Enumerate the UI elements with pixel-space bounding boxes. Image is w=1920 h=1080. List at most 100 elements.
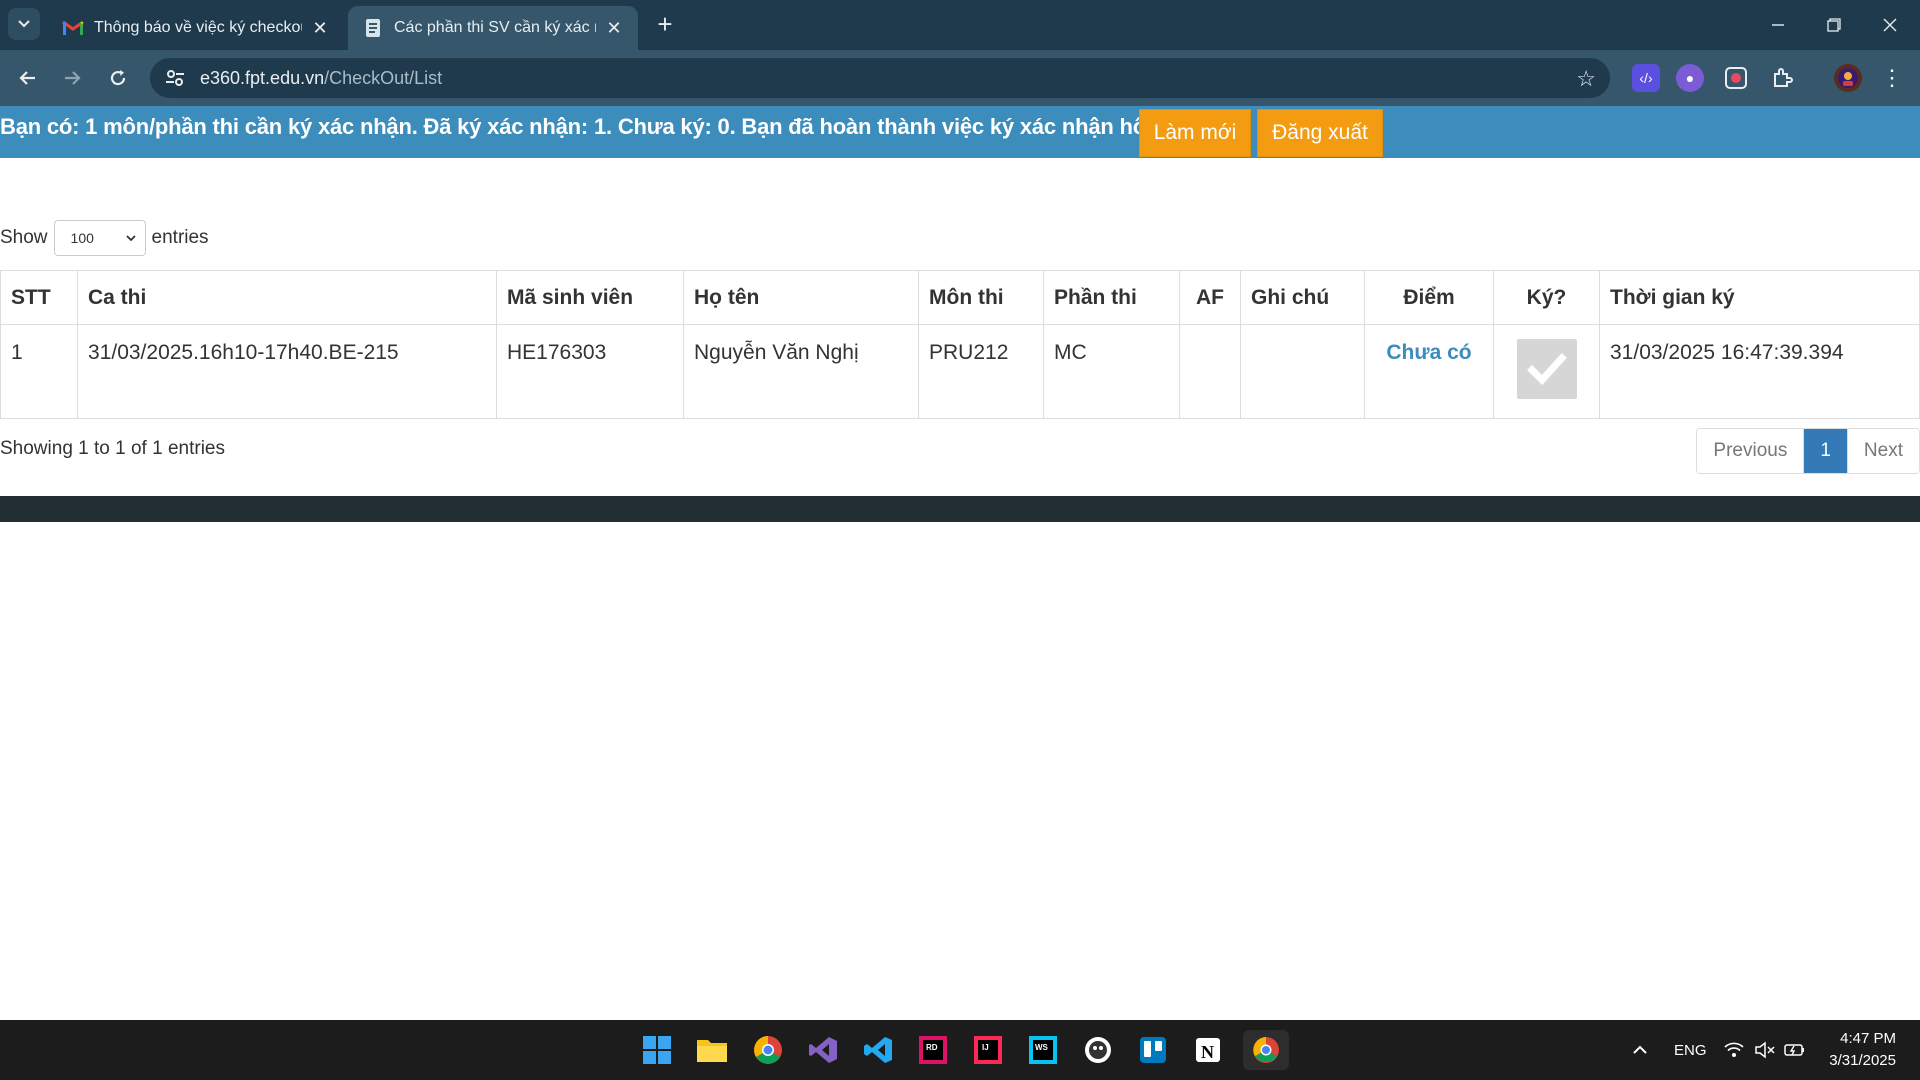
column-header-phan-thi[interactable]: Phần thi <box>1043 270 1180 325</box>
intellij-icon[interactable]: IJ <box>968 1030 1008 1070</box>
cell-stt: 1 <box>0 324 78 419</box>
svg-text:RD: RD <box>926 1043 938 1052</box>
entries-select-value: 100 <box>70 230 94 246</box>
tab-checkout-list[interactable]: Các phần thi SV cần ký xác nhận ✕ <box>348 6 638 50</box>
entries-label: entries <box>151 227 209 248</box>
svg-text:IJ: IJ <box>982 1043 989 1052</box>
browser-tab-bar: Thông báo về việc ký checkout ✕ Các phần… <box>0 0 1920 50</box>
clock-date: 3/31/2025 <box>1829 1052 1896 1069</box>
vscode-icon[interactable] <box>858 1030 898 1070</box>
menu-kebab-icon[interactable]: ⋮ <box>1878 64 1906 92</box>
site-settings-icon <box>166 70 184 86</box>
banner-message: Bạn có: 1 môn/phần thi cần ký xác nhận. … <box>0 114 1209 139</box>
volume-muted-icon[interactable] <box>1754 1020 1776 1080</box>
previous-page-button[interactable]: Previous <box>1697 429 1805 473</box>
chevron-up-icon <box>1633 1045 1647 1054</box>
chrome-profile-icon[interactable] <box>1243 1030 1289 1070</box>
gmail-icon <box>62 20 84 35</box>
url-text: e360.fpt.edu.vn/CheckOut/List <box>200 68 442 89</box>
windows-start-icon[interactable] <box>637 1030 677 1070</box>
status-banner: Bạn có: 1 môn/phần thi cần ký xác nhận. … <box>0 106 1920 158</box>
logout-button[interactable]: Đăng xuất <box>1257 109 1383 157</box>
file-explorer-icon[interactable] <box>692 1030 732 1070</box>
column-header-ca-thi[interactable]: Ca thi <box>77 270 497 325</box>
forward-button[interactable] <box>56 62 88 94</box>
checkmark-icon <box>1526 353 1567 386</box>
webstorm-icon[interactable]: WS <box>1023 1030 1063 1070</box>
score-link[interactable]: Chưa có <box>1386 341 1471 364</box>
notion-icon[interactable]: N <box>1188 1030 1228 1070</box>
chevron-down-icon <box>18 20 30 28</box>
pagination: Previous 1 Next <box>1696 428 1920 474</box>
arrow-left-icon <box>19 71 35 85</box>
page-1-button[interactable]: 1 <box>1804 429 1848 473</box>
next-page-button[interactable]: Next <box>1847 429 1919 473</box>
new-tab-button[interactable]: + <box>650 10 680 40</box>
length-menu: Show 100 entries <box>0 220 209 256</box>
cell-ho-ten: Nguyễn Văn Nghị <box>683 324 919 419</box>
svg-text:N: N <box>1201 1042 1214 1062</box>
chevron-down-icon <box>125 235 136 242</box>
arrow-right-icon <box>65 71 81 85</box>
extension-devtools-icon[interactable]: ‹/› <box>1632 64 1660 92</box>
column-header-ho-ten[interactable]: Họ tên <box>683 270 919 325</box>
column-header-diem[interactable]: Điểm <box>1364 270 1494 325</box>
trello-icon[interactable] <box>1133 1030 1173 1070</box>
cell-thoi-gian-ky: 31/03/2025 16:47:39.394 <box>1599 324 1920 419</box>
column-header-mon-thi[interactable]: Môn thi <box>918 270 1044 325</box>
cell-diem: Chưa có <box>1364 324 1494 419</box>
refresh-button[interactable]: Làm mới <box>1139 109 1251 157</box>
tab-gmail[interactable]: Thông báo về việc ký checkout ✕ <box>48 6 344 50</box>
restore-icon <box>1827 18 1841 32</box>
table-row: 1 31/03/2025.16h10-17h40.BE-215 HE176303… <box>0 324 1920 419</box>
bookmark-star-icon[interactable]: ☆ <box>1576 66 1596 92</box>
cell-ghi-chu <box>1240 324 1365 419</box>
close-window-button[interactable] <box>1862 0 1918 50</box>
address-bar[interactable]: e360.fpt.edu.vn/CheckOut/List ☆ <box>150 58 1610 98</box>
close-icon[interactable]: ✕ <box>310 18 330 39</box>
table-info: Showing 1 to 1 of 1 entries <box>0 438 225 459</box>
extension-ghost-icon[interactable]: ● <box>1676 64 1704 92</box>
minimize-button[interactable] <box>1750 0 1806 50</box>
extensions-puzzle-icon[interactable] <box>1768 64 1796 92</box>
cell-ky <box>1493 324 1600 419</box>
battery-icon[interactable] <box>1784 1020 1806 1080</box>
signed-checkbox[interactable] <box>1516 339 1577 399</box>
browser-toolbar: e360.fpt.edu.vn/CheckOut/List ☆ ‹/› ● ⋮ <box>0 50 1920 106</box>
table-header-row: STT Ca thi Mã sinh viên Họ tên Môn thi P… <box>0 270 1920 325</box>
column-header-thoi-gian-ky[interactable]: Thời gian ký <box>1599 270 1920 325</box>
cell-mon-thi: PRU212 <box>918 324 1044 419</box>
page-footer <box>0 496 1920 522</box>
restore-button[interactable] <box>1806 0 1862 50</box>
cell-ma-sinh-vien: HE176303 <box>496 324 684 419</box>
close-icon[interactable]: ✕ <box>604 18 624 39</box>
cell-ca-thi: 31/03/2025.16h10-17h40.BE-215 <box>77 324 497 419</box>
column-header-stt[interactable]: STT <box>0 270 78 325</box>
document-icon <box>366 19 380 37</box>
tab-title: Các phần thi SV cần ký xác nhận <box>394 19 596 36</box>
chrome-icon[interactable] <box>748 1030 788 1070</box>
reload-button[interactable] <box>102 62 134 94</box>
language-indicator[interactable]: ENG <box>1674 1020 1707 1080</box>
system-clock[interactable]: 4:47 PM 3/31/2025 <box>1829 1028 1896 1072</box>
profile-avatar[interactable] <box>1834 64 1862 92</box>
column-header-ky[interactable]: Ký? <box>1493 270 1600 325</box>
visual-studio-icon[interactable] <box>803 1030 843 1070</box>
entries-select[interactable]: 100 <box>53 220 146 256</box>
rider-icon[interactable]: RD <box>913 1030 953 1070</box>
show-hidden-icons-button[interactable] <box>1632 1020 1648 1080</box>
github-desktop-icon[interactable] <box>1078 1030 1118 1070</box>
tab-search-button[interactable] <box>8 8 40 40</box>
close-icon <box>1883 18 1897 32</box>
back-button[interactable] <box>12 62 44 94</box>
svg-text:WS: WS <box>1035 1043 1049 1052</box>
url-host: e360.fpt.edu.vn <box>200 67 325 88</box>
reload-icon <box>110 70 126 86</box>
column-header-ma-sinh-vien[interactable]: Mã sinh viên <box>496 270 684 325</box>
column-header-ghi-chu[interactable]: Ghi chú <box>1240 270 1365 325</box>
minimize-icon <box>1772 24 1784 26</box>
extension-screenshot-icon[interactable] <box>1722 64 1750 92</box>
tab-title: Thông báo về việc ký checkout <box>94 19 302 36</box>
wifi-icon[interactable] <box>1724 1020 1744 1080</box>
column-header-af[interactable]: AF <box>1179 270 1241 325</box>
